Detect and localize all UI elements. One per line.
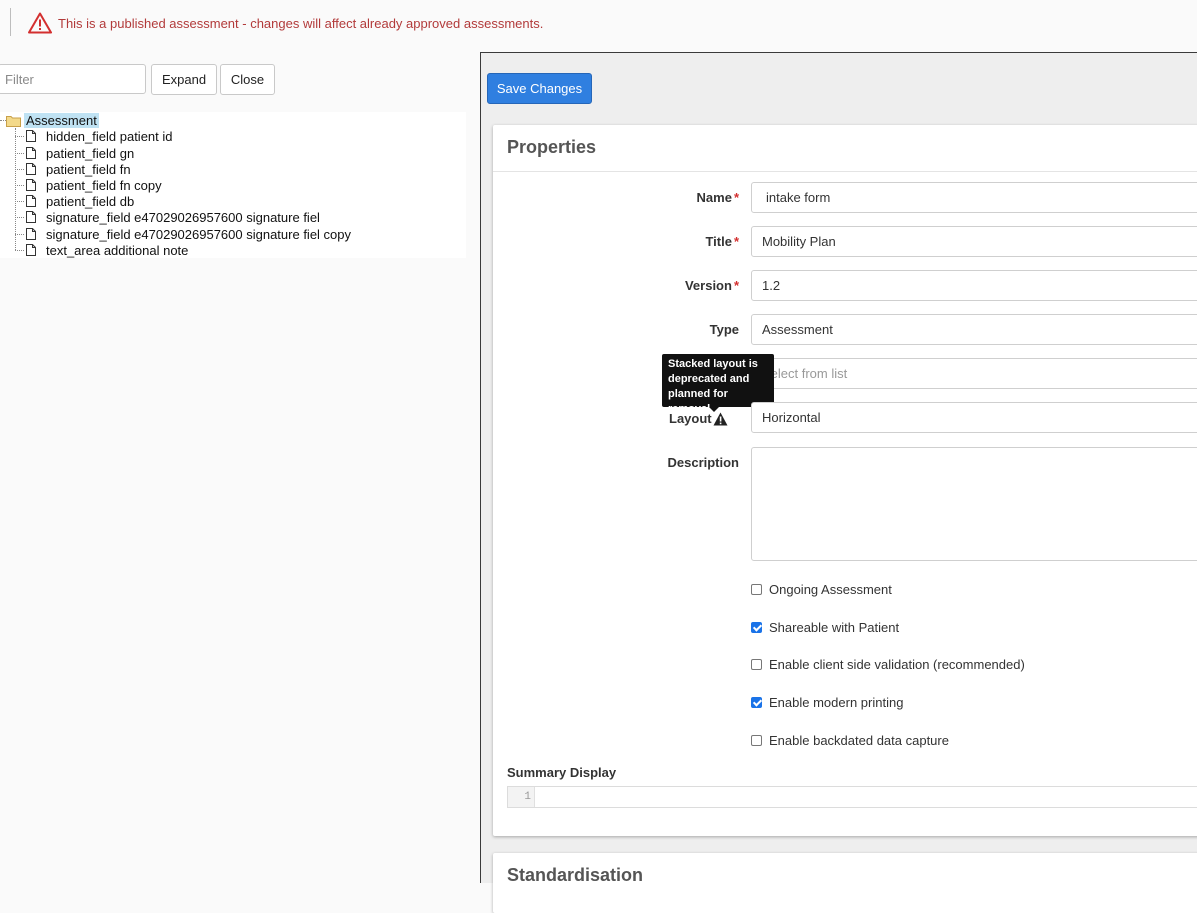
description-label: Description — [667, 455, 739, 470]
tree-root-label[interactable]: Assessment — [24, 113, 99, 128]
document-icon — [26, 130, 36, 142]
document-icon — [26, 163, 36, 175]
shareable-with-patient-checkbox[interactable]: Shareable with Patient — [751, 620, 899, 635]
layout-field[interactable]: Horizontal — [751, 402, 1197, 433]
tree-item[interactable]: patient_field fn — [15, 161, 131, 177]
client-validation-checkbox[interactable]: Enable client side validation (recommend… — [751, 657, 1025, 672]
save-changes-button[interactable]: Save Changes — [487, 73, 592, 104]
tree-item-label[interactable]: hidden_field patient id — [46, 129, 173, 144]
version-field[interactable]: 1.2 — [751, 270, 1197, 301]
document-icon — [26, 195, 36, 207]
name-label: Name * — [696, 190, 739, 205]
document-icon — [26, 244, 36, 256]
tree-item[interactable]: signature_field e47029026957600 signatur… — [15, 209, 320, 225]
filter-input[interactable] — [0, 64, 146, 94]
properties-card: Properties Name * intake form Title * Mobi… — [493, 125, 1197, 836]
description-textarea[interactable] — [751, 447, 1197, 561]
tree-item[interactable]: hidden_field patient id — [15, 128, 173, 144]
tree-item-label[interactable]: patient_field gn — [46, 146, 134, 161]
checkbox[interactable] — [751, 584, 762, 595]
tree-item[interactable]: patient_field gn — [15, 145, 134, 161]
title-label: Title * — [705, 234, 739, 249]
tree-item[interactable]: text_area additional note — [15, 242, 188, 258]
name-field[interactable]: intake form — [751, 182, 1197, 213]
document-icon — [26, 179, 36, 191]
properties-panel: Save Changes Properties Name * intake for… — [480, 52, 1197, 913]
document-icon — [26, 228, 36, 240]
warning-triangle-icon — [28, 12, 52, 34]
properties-title: Properties — [507, 137, 597, 157]
published-warning: This is a published assessment - changes… — [28, 12, 543, 34]
tree-root[interactable]: Assessment — [0, 113, 99, 128]
title-field[interactable]: Mobility Plan — [751, 226, 1197, 257]
tree-item[interactable]: signature_field e47029026957600 signatur… — [15, 226, 351, 242]
tree-item-label[interactable]: patient_field fn copy — [46, 178, 162, 193]
checkbox[interactable] — [751, 735, 762, 746]
tree-item[interactable]: patient_field fn copy — [15, 177, 162, 193]
document-icon — [26, 211, 36, 223]
expand-button[interactable]: Expand — [151, 64, 217, 95]
warning-icon[interactable] — [713, 412, 728, 426]
divider — [493, 171, 1197, 172]
version-label: Version * — [684, 278, 739, 293]
standardisation-card: Standardisation — [493, 853, 1197, 913]
summary-display-label: Summary Display — [507, 765, 617, 780]
modern-printing-checkbox[interactable]: Enable modern printing — [751, 695, 903, 710]
tree-item-label[interactable]: text_area additional note — [46, 243, 188, 258]
folder-icon — [6, 116, 21, 127]
divider — [10, 8, 11, 36]
tree-item-label[interactable]: signature_field e47029026957600 signatur… — [46, 227, 351, 242]
layout-tooltip: Stacked layout is deprecated and planned… — [662, 354, 774, 415]
tree-item-label[interactable]: patient_field fn — [46, 162, 131, 177]
assessment-tree: Assessment hidden_field patient id patie… — [0, 112, 466, 258]
checkbox[interactable] — [751, 659, 762, 670]
warning-bar: This is a published assessment - changes… — [0, 0, 1197, 48]
ongoing-assessment-checkbox[interactable]: Ongoing Assessment — [751, 582, 892, 597]
checkbox[interactable] — [751, 622, 762, 633]
type-label: Type — [709, 322, 739, 337]
type-field[interactable]: Assessment — [751, 314, 1197, 345]
backdated-capture-checkbox[interactable]: Enable backdated data capture — [751, 733, 949, 748]
document-icon — [26, 147, 36, 159]
tree-item-label[interactable]: patient_field db — [46, 194, 134, 209]
layout-label: Layout — [669, 411, 728, 426]
close-button[interactable]: Close — [220, 64, 275, 95]
summary-display-editor[interactable]: 1 — [507, 786, 1197, 808]
tree-item-label[interactable]: signature_field e47029026957600 signatur… — [46, 210, 320, 225]
select-from-list-dropdown[interactable]: Select from list — [751, 358, 1197, 389]
line-number: 1 — [508, 787, 535, 807]
tree-item[interactable]: patient_field db — [15, 193, 134, 209]
checkbox[interactable] — [751, 697, 762, 708]
warning-text: This is a published assessment - changes… — [58, 15, 544, 31]
